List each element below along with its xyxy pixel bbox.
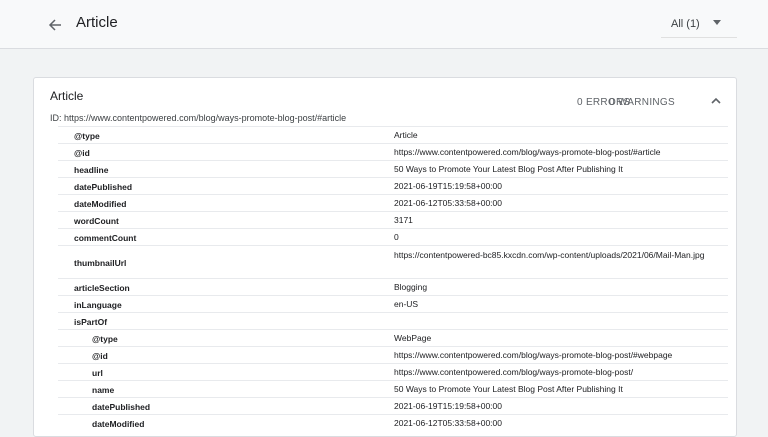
table-row: @type Article bbox=[58, 126, 728, 143]
row-value: WebPage bbox=[394, 333, 432, 343]
row-value: 0 bbox=[394, 232, 399, 242]
row-key: headline bbox=[74, 165, 109, 175]
row-value: Blogging bbox=[394, 282, 428, 292]
row-value: 2021-06-12T05:33:58+00:00 bbox=[394, 418, 502, 428]
row-value: https://www.contentpowered.com/blog/ways… bbox=[394, 350, 673, 360]
row-key: url bbox=[92, 368, 103, 378]
page-title: Article bbox=[76, 14, 118, 31]
row-key: wordCount bbox=[74, 216, 119, 226]
row-value: https://www.contentpowered.com/blog/ways… bbox=[394, 367, 634, 377]
row-value: Article bbox=[394, 130, 418, 140]
row-key: commentCount bbox=[74, 233, 137, 243]
row-value: 2021-06-12T05:33:58+00:00 bbox=[394, 198, 502, 208]
table-row: commentCount 0 bbox=[58, 228, 728, 245]
arrow-left-icon bbox=[48, 19, 61, 31]
row-value: 2021-06-19T15:19:58+00:00 bbox=[394, 181, 502, 191]
table-row: @type WebPage bbox=[58, 329, 728, 346]
row-key: inLanguage bbox=[74, 300, 122, 310]
row-key: articleSection bbox=[74, 283, 130, 293]
row-value: https://www.contentpowered.com/blog/ways… bbox=[394, 147, 661, 157]
row-key: dateModified bbox=[92, 419, 145, 429]
row-value: 3171 bbox=[394, 215, 413, 225]
row-key: @type bbox=[92, 334, 118, 344]
table-row: thumbnailUrl https://contentpowered-bc85… bbox=[58, 245, 728, 278]
row-key: datePublished bbox=[92, 402, 151, 412]
row-key: @id bbox=[74, 148, 90, 158]
top-bar: Article All (1) bbox=[0, 0, 768, 49]
row-key: thumbnailUrl bbox=[74, 258, 127, 268]
row-key: name bbox=[92, 385, 115, 395]
table-row: datePublished 2021-06-19T15:19:58+00:00 bbox=[58, 397, 728, 414]
warnings-count: 0 WARNINGS bbox=[609, 97, 675, 108]
table-row: wordCount 3171 bbox=[58, 211, 728, 228]
card-id: ID: https://www.contentpowered.com/blog/… bbox=[50, 113, 347, 123]
table-row: dateModified 2021-06-12T05:33:58+00:00 bbox=[58, 414, 728, 431]
table-row: isPartOf bbox=[58, 312, 728, 329]
filter-label: All (1) bbox=[671, 18, 700, 30]
table-row: articleSection Blogging bbox=[58, 278, 728, 295]
table-row: inLanguage en-US bbox=[58, 295, 728, 312]
row-value: 50 Ways to Promote Your Latest Blog Post… bbox=[394, 384, 623, 394]
table-row: headline 50 Ways to Promote Your Latest … bbox=[58, 160, 728, 177]
chevron-up-icon bbox=[711, 97, 721, 104]
table-row: @id https://www.contentpowered.com/blog/… bbox=[58, 346, 728, 363]
back-button[interactable] bbox=[44, 14, 66, 36]
table-row: datePublished 2021-06-19T15:19:58+00:00 bbox=[58, 177, 728, 194]
result-card: Article 0 ERRORS 0 WARNINGS ID: https://… bbox=[33, 77, 737, 437]
table-row: @id https://www.contentpowered.com/blog/… bbox=[58, 143, 728, 160]
card-title: Article bbox=[50, 89, 84, 103]
row-key: @id bbox=[92, 351, 108, 361]
row-key: @type bbox=[74, 131, 100, 141]
row-value: https://contentpowered-bc85.kxcdn.com/wp… bbox=[394, 250, 705, 260]
table-row: dateModified 2021-06-12T05:33:58+00:00 bbox=[58, 194, 728, 211]
table-row: url https://www.contentpowered.com/blog/… bbox=[58, 363, 728, 380]
caret-down-icon bbox=[713, 20, 721, 25]
row-value: en-US bbox=[394, 299, 419, 309]
row-key: dateModified bbox=[74, 199, 127, 209]
filter-dropdown[interactable]: All (1) bbox=[661, 12, 737, 38]
row-value: 50 Ways to Promote Your Latest Blog Post… bbox=[394, 164, 623, 174]
table-row: name 50 Ways to Promote Your Latest Blog… bbox=[58, 380, 728, 397]
row-key: isPartOf bbox=[74, 317, 108, 327]
row-key: datePublished bbox=[74, 182, 133, 192]
row-value: 2021-06-19T15:19:58+00:00 bbox=[394, 401, 502, 411]
collapse-button[interactable] bbox=[709, 94, 723, 108]
